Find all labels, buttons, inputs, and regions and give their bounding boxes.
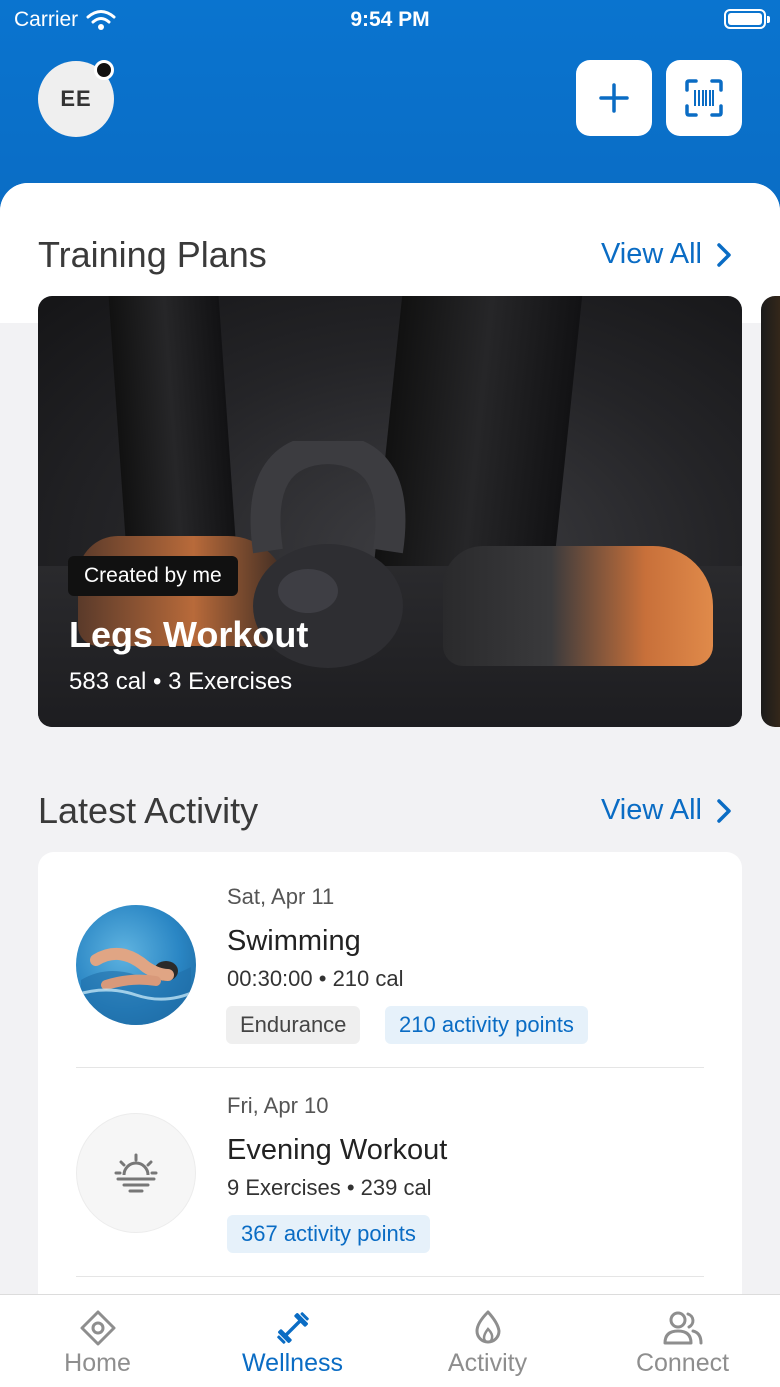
status-bar: Carrier 9:54 PM: [0, 0, 780, 40]
chevron-right-icon: [717, 242, 731, 267]
activity-meta: 00:30:00 • 210 cal: [227, 966, 404, 991]
training-plans-title: Training Plans: [38, 234, 267, 275]
swimmer-image: [76, 947, 196, 1025]
list-divider: [76, 1067, 704, 1068]
plan-meta: 583 cal • 3 Exercises: [69, 668, 293, 695]
created-by-me-badge: Created by me: [68, 556, 238, 596]
activity-date: Fri, Apr 10: [227, 1093, 329, 1118]
home-icon: [80, 1310, 115, 1346]
plus-icon: [599, 83, 629, 113]
status-time: 9:54 PM: [350, 8, 430, 31]
avatar-initials: EE: [60, 86, 92, 111]
flame-icon: [475, 1310, 500, 1344]
endurance-tag: Endurance: [226, 1006, 361, 1044]
latest-activity-title: Latest Activity: [38, 790, 259, 831]
tab-connect-label: Connect: [635, 1349, 730, 1377]
training-plans-view-all[interactable]: View All: [601, 238, 732, 271]
next-plan-card-peek[interactable]: [761, 296, 780, 727]
card-photo-shoe-right: [443, 546, 713, 666]
tab-home-label: Home: [64, 1349, 131, 1377]
barcode-scan-icon: [685, 79, 723, 117]
tab-activity-label: Activity: [447, 1349, 528, 1377]
people-icon: [663, 1311, 702, 1345]
activity-list: Sat, Apr 11 Swimming 00:30:00 • 210 cal …: [38, 852, 742, 1322]
card-photo-leg-left: [108, 296, 238, 566]
plan-name: Legs Workout: [69, 614, 309, 655]
tab-connect[interactable]: Connect: [585, 1295, 780, 1387]
activity-name: Swimming: [227, 925, 361, 957]
evening-thumbnail: [76, 1113, 196, 1233]
dumbbell-icon: [276, 1312, 309, 1344]
battery-icon: [724, 9, 770, 29]
list-divider: [76, 1276, 704, 1277]
tab-bar: Home Wellness Activity Connect: [0, 1294, 780, 1387]
scan-barcode-button[interactable]: [666, 60, 742, 136]
activity-points-tag: 210 activity points: [385, 1006, 588, 1044]
view-all-label: View All: [600, 238, 702, 270]
latest-activity-view-all[interactable]: View All: [601, 794, 732, 827]
chevron-right-icon: [717, 798, 731, 823]
activity-name: Evening Workout: [227, 1134, 448, 1166]
view-all-label: View All: [600, 794, 702, 826]
activity-date: Sat, Apr 11: [227, 884, 335, 909]
activity-points-tag: 367 activity points: [227, 1215, 430, 1253]
activity-meta: 9 Exercises • 239 cal: [227, 1175, 432, 1200]
swimming-thumbnail: [76, 905, 196, 1025]
add-button[interactable]: [576, 60, 652, 136]
sunset-icon: [114, 1153, 158, 1193]
tab-wellness[interactable]: Wellness: [195, 1295, 390, 1387]
tab-activity[interactable]: Activity: [390, 1295, 585, 1387]
training-plan-card[interactable]: Created by me Legs Workout 583 cal • 3 E…: [38, 296, 742, 727]
tab-home[interactable]: Home: [0, 1295, 195, 1387]
tab-wellness-label: Wellness: [242, 1349, 343, 1377]
notification-dot: [94, 60, 114, 80]
